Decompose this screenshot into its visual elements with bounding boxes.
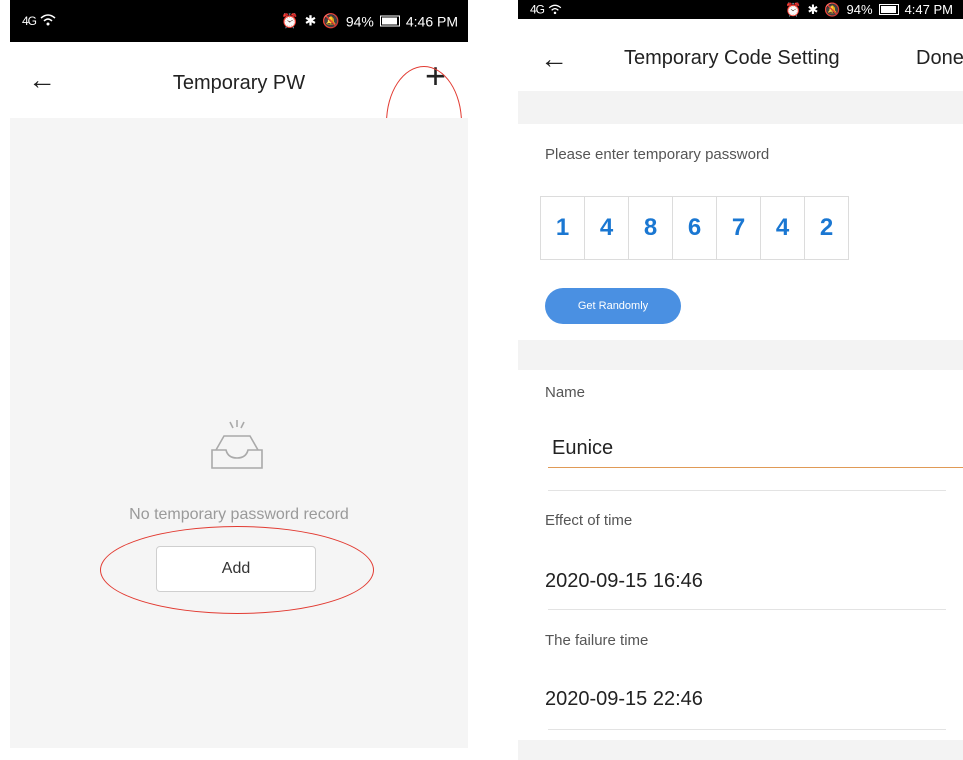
battery-percent: 94%	[345, 13, 374, 29]
effect-time-value[interactable]: 2020-09-15 16:46	[545, 570, 703, 593]
password-prompt: Please enter temporary password	[545, 146, 770, 163]
password-digits[interactable]: 1 4 8 6 7 4 2	[540, 196, 849, 260]
done-button[interactable]: Done	[916, 47, 963, 70]
empty-message: No temporary password record	[129, 506, 349, 523]
divider	[548, 729, 946, 730]
wifi-icon	[548, 2, 562, 17]
divider	[548, 490, 946, 491]
header: ← Temporary PW +	[10, 42, 468, 180]
temporary-code-setting-screen: 4G ⏰ ✱ 🔕 94% 4:47 PM ← Temporary Code Se…	[518, 0, 963, 760]
divider	[548, 609, 946, 610]
signal-icon: 4G	[22, 14, 37, 28]
battery-icon	[379, 15, 400, 27]
empty-tray-icon	[206, 418, 268, 474]
status-bar: 4G ⏰ ✱ 🔕 94% 4:46 PM	[10, 0, 468, 42]
bluetooth-icon: ✱	[807, 1, 819, 17]
digit-box[interactable]: 8	[628, 196, 673, 260]
effect-time-label: Effect of time	[545, 512, 633, 529]
digit-box[interactable]: 7	[716, 196, 761, 260]
get-randomly-button[interactable]: Get Randomly	[545, 288, 681, 324]
clock: 4:47 PM	[904, 2, 953, 17]
digit-box[interactable]: 4	[760, 196, 805, 260]
failure-time-value[interactable]: 2020-09-15 22:46	[545, 688, 703, 711]
bluetooth-icon: ✱	[304, 12, 317, 29]
section-divider	[518, 340, 963, 370]
section-divider	[518, 91, 963, 124]
annotation-ellipse	[100, 526, 374, 614]
digit-box[interactable]: 6	[672, 196, 717, 260]
name-label: Name	[545, 384, 586, 401]
clock: 4:46 PM	[405, 13, 458, 29]
signal-icon: 4G	[530, 2, 545, 17]
page-title: Temporary Code Setting	[624, 47, 840, 69]
status-bar: 4G ⏰ ✱ 🔕 94% 4:47 PM	[518, 0, 963, 19]
battery-percent: 94%	[846, 2, 873, 17]
wifi-icon	[40, 13, 56, 29]
mute-icon: 🔕	[824, 1, 841, 17]
digit-box[interactable]: 2	[804, 196, 849, 260]
mute-icon: 🔕	[322, 12, 340, 29]
name-input-underline	[548, 467, 963, 468]
digit-box[interactable]: 1	[540, 196, 585, 260]
digit-box[interactable]: 4	[584, 196, 629, 260]
failure-time-label: The failure time	[545, 632, 649, 649]
alarm-icon: ⏰	[785, 1, 802, 17]
name-input[interactable]: Eunice	[552, 437, 613, 460]
back-arrow-icon[interactable]: ←	[540, 45, 568, 73]
temporary-pw-screen: 4G ⏰ ✱ 🔕 94% 4:46 PM ← Temporary PW + No…	[10, 0, 468, 748]
header: ← Temporary Code Setting Done	[518, 19, 963, 91]
section-divider	[518, 740, 963, 760]
battery-icon	[878, 4, 899, 15]
alarm-icon: ⏰	[281, 12, 299, 29]
empty-state: No temporary password record Add	[10, 118, 468, 748]
